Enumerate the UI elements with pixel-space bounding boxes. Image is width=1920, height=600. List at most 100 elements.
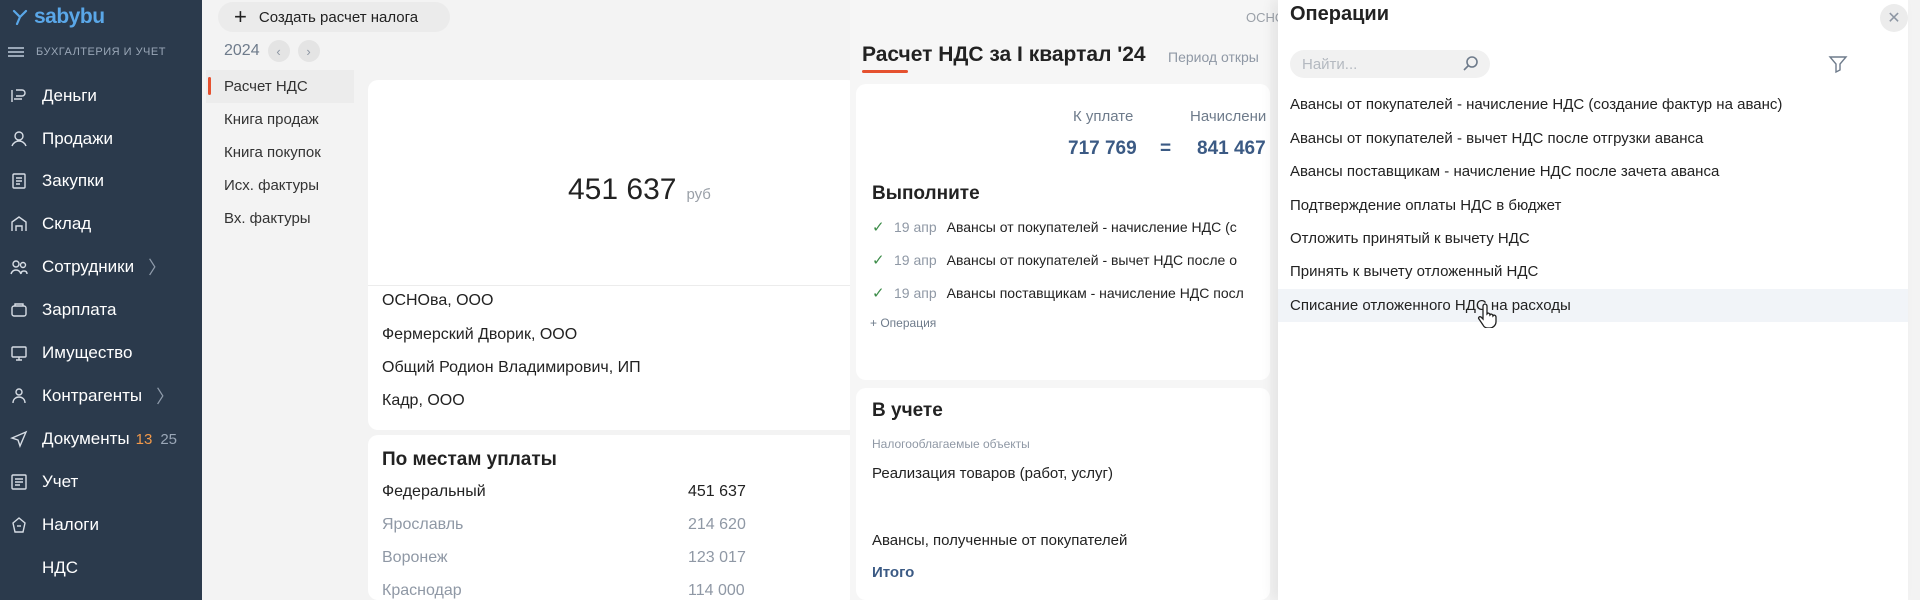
sidebar-item-label: Склад [42, 214, 92, 233]
close-icon[interactable]: ✕ [1880, 4, 1908, 32]
operation-item[interactable]: Авансы от покупателей - начисление НДС (… [1278, 88, 1908, 121]
add-operation-link[interactable]: + Операция [870, 316, 936, 330]
warehouse-icon [8, 213, 30, 235]
year-label: 2024 [224, 42, 260, 59]
sidebar-item-property[interactable]: Имущество [0, 333, 202, 373]
checkmark-icon: ✓ [872, 219, 885, 236]
sidebar-item-vat[interactable]: НДС [0, 548, 202, 588]
summary-card [368, 80, 858, 430]
menu-icon[interactable] [8, 47, 24, 57]
search-input[interactable]: Найти... [1290, 50, 1490, 78]
property-icon [8, 342, 30, 364]
task-item[interactable]: ✓ 19 апр Авансы от покупателей - начисле… [872, 217, 1237, 237]
documents-total-count: 25 [160, 430, 178, 448]
sidebar-item-purchases[interactable]: Закупки [0, 161, 202, 201]
accounting-title: В учете [872, 400, 943, 421]
equals-sign: = [1160, 138, 1172, 159]
accounting-row[interactable]: Авансы, полученные от покупателей [872, 532, 1127, 549]
subnav-item-purchase-book[interactable]: Книга покупок [206, 136, 354, 169]
org-item[interactable]: Фермерский Дворик, ООО [382, 326, 577, 344]
org-item[interactable]: Кадр, ООО [382, 392, 465, 410]
documents-new-count: 13 [135, 430, 153, 448]
search-icon[interactable] [1462, 55, 1480, 73]
sidebar-item-label: Сотрудники [42, 257, 135, 276]
accrued-label: Начислени [1190, 108, 1267, 125]
sales-icon [8, 128, 30, 150]
sidebar-item-accounting[interactable]: Учет [0, 462, 202, 502]
sidebar-item-label: Налоги [42, 515, 99, 534]
subnav-item-vat-calc[interactable]: Расчет НДС [206, 70, 354, 103]
logo[interactable]: sabybu [12, 5, 105, 28]
chevron-right-icon[interactable]: 〉 [156, 383, 174, 409]
org-item[interactable]: ОСНОва, ООО [382, 292, 493, 310]
taxes-icon [8, 514, 30, 536]
task-text: Авансы поставщикам - начисление НДС посл [946, 285, 1244, 301]
counterparties-icon [8, 385, 30, 407]
operation-item[interactable]: Отложить принятый к вычету НДС [1278, 222, 1908, 255]
sidebar-item-label: НДС [42, 558, 79, 577]
sidebar-item-money[interactable]: Деньги [0, 76, 202, 116]
chevron-right-icon[interactable]: 〉 [148, 254, 166, 280]
vat-subnav: Расчет НДС Книга продаж Книга покупок Ис… [206, 70, 354, 235]
sidebar-item-counterparties[interactable]: Контрагенты 〉 [0, 376, 202, 416]
search-placeholder: Найти... [1302, 55, 1358, 73]
operation-item[interactable]: Списание отложенного НДС на расходы [1278, 289, 1908, 322]
total-amount: 451 637 руб [568, 173, 711, 207]
total-label: Итого [872, 564, 915, 581]
sidebar-item-label: Деньги [42, 86, 97, 105]
filter-icon[interactable] [1828, 54, 1848, 74]
next-year-button[interactable]: › [297, 40, 320, 62]
operations-title: Операции [1290, 3, 1389, 25]
to-pay-label: К уплате [1073, 108, 1134, 125]
org-item[interactable]: Общий Родион Владимирович, ИП [382, 359, 641, 377]
place-name: Ярославль [382, 516, 464, 533]
todo-title: Выполните [872, 183, 980, 204]
logo-text: sabybu [34, 5, 105, 28]
task-item[interactable]: ✓ 19 апр Авансы от покупателей - вычет Н… [872, 250, 1237, 270]
total-amount-unit: руб [686, 186, 711, 203]
prev-year-button[interactable]: ‹ [267, 40, 290, 62]
plus-icon: + [234, 4, 247, 29]
sidebar-subheader: БУХГАЛТЕРИЯ И УЧЕТ [8, 46, 166, 58]
sidebar-item-salary[interactable]: Зарплата [0, 290, 202, 330]
task-date: 19 апр [894, 252, 937, 268]
sidebar-item-label: Документы [42, 429, 130, 448]
sidebar-item-employees[interactable]: Сотрудники 〉 [0, 247, 202, 287]
sidebar-item-label: Учет [42, 472, 79, 491]
sidebar-item-label: Закупки [42, 171, 104, 190]
year-selector: 2024 ‹ › [224, 40, 320, 62]
place-value: 214 620 [688, 516, 746, 533]
employees-icon [8, 256, 30, 278]
operation-item[interactable]: Принять к вычету отложенный НДС [1278, 255, 1908, 288]
operation-item[interactable]: Авансы поставщикам - начисление НДС посл… [1278, 155, 1908, 188]
subnav-item-outgoing-invoices[interactable]: Исх. фактуры [206, 169, 354, 202]
create-tax-calc-button[interactable]: + Создать расчет налога [218, 2, 450, 32]
operation-item[interactable]: Авансы от покупателей - вычет НДС после … [1278, 122, 1908, 155]
title-underline [862, 70, 908, 73]
salary-icon [8, 299, 30, 321]
report-period[interactable]: Период откры [1168, 49, 1259, 65]
operation-item[interactable]: Подтверждение оплаты НДС в бюджет [1278, 189, 1908, 222]
hand-cursor-icon [1477, 303, 1497, 328]
report-title: Расчет НДС за I квартал '24 [862, 43, 1146, 66]
task-item[interactable]: ✓ 19 апр Авансы поставщикам - начисление… [872, 283, 1244, 303]
place-name: Краснодар [382, 582, 462, 599]
place-value: 114 000 [688, 582, 745, 599]
sidebar-item-documents[interactable]: Документы 13 25 [0, 419, 202, 459]
subnav-item-incoming-invoices[interactable]: Вх. фактуры [206, 202, 354, 235]
task-text: Авансы от покупателей - вычет НДС после … [946, 252, 1238, 268]
checkmark-icon: ✓ [872, 252, 885, 269]
subnav-item-sales-book[interactable]: Книга продаж [206, 103, 354, 136]
place-value: 123 017 [688, 549, 746, 566]
sidebar-item-taxes[interactable]: Налоги [0, 505, 202, 545]
sidebar-item-sales[interactable]: Продажи [0, 119, 202, 159]
task-date: 19 апр [894, 219, 937, 235]
sidebar-item-warehouse[interactable]: Склад [0, 204, 202, 244]
place-value: 451 637 [688, 483, 746, 500]
divider [368, 285, 858, 286]
logo-mark-icon [12, 9, 28, 25]
accounting-row[interactable]: Реализация товаров (работ, услуг) [872, 465, 1113, 482]
documents-icon [8, 428, 30, 450]
place-name: Воронеж [382, 549, 448, 566]
sidebar-item-label: Продажи [42, 129, 113, 148]
